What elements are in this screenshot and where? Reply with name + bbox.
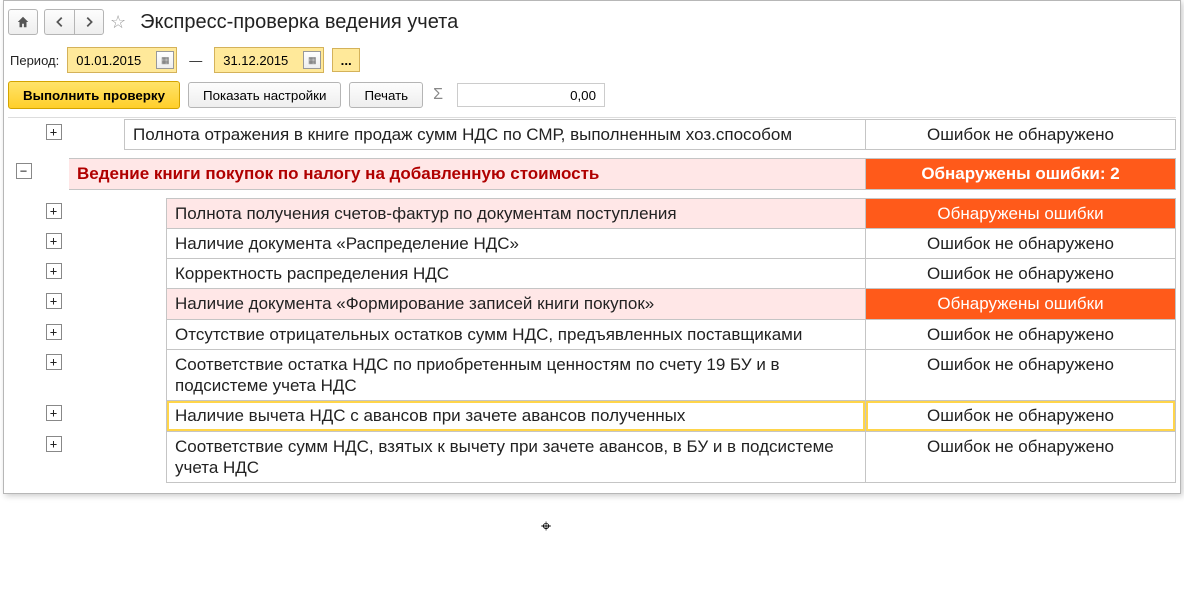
show-settings-button[interactable]: Показать настройки (188, 82, 341, 108)
group-status: Обнаружены ошибки: 2 (866, 159, 1176, 189)
calendar-icon[interactable]: ▦ (156, 51, 174, 69)
row-status: Обнаружены ошибки (866, 289, 1176, 319)
expand-toggle[interactable]: + (46, 405, 62, 421)
mouse-cursor-icon: ⌖ (541, 516, 551, 537)
home-button[interactable] (8, 9, 38, 35)
expand-toggle[interactable]: + (46, 293, 62, 309)
print-button[interactable]: Печать (349, 82, 423, 108)
expand-toggle[interactable]: + (46, 263, 62, 279)
expand-toggle[interactable]: + (46, 124, 62, 140)
date-to-box: ▦ (214, 47, 324, 73)
favorite-icon[interactable]: ☆ (110, 12, 126, 33)
row-status: Ошибок не обнаружено (866, 401, 1176, 431)
run-check-button[interactable]: Выполнить проверку (8, 81, 180, 109)
nav-buttons (44, 9, 104, 35)
calendar-icon[interactable]: ▦ (303, 51, 321, 69)
expand-toggle[interactable]: − (16, 163, 32, 179)
home-icon (16, 15, 30, 29)
group-title: Ведение книги покупок по налогу на добав… (69, 159, 866, 189)
row-status: Ошибок не обнаружено (866, 431, 1176, 483)
row-title: Отсутствие отрицательных остатков сумм Н… (167, 319, 866, 349)
expand-toggle[interactable]: + (46, 324, 62, 340)
row-title: Соответствие остатка НДС по приобретенны… (167, 349, 866, 401)
row-title: Наличие документа «Формирование записей … (167, 289, 866, 319)
back-button[interactable] (44, 9, 74, 35)
date-to-input[interactable] (221, 52, 303, 69)
date-from-box: ▦ (67, 47, 177, 73)
row-title: Полнота получения счетов-фактур по докум… (167, 198, 866, 228)
expand-toggle[interactable]: + (46, 354, 62, 370)
arrow-left-icon (53, 15, 67, 29)
row-title: Соответствие сумм НДС, взятых к вычету п… (167, 431, 866, 483)
row-title: Наличие документа «Распределение НДС» (167, 228, 866, 258)
report-area: + Полнота отражения в книге продаж сумм Н… (8, 117, 1176, 483)
date-dash: — (189, 53, 202, 68)
sum-input[interactable] (457, 83, 605, 107)
period-picker-button[interactable]: ... (332, 48, 360, 72)
row-status: Обнаружены ошибки (866, 198, 1176, 228)
row-title: Наличие вычета НДС с авансов при зачете … (167, 401, 866, 431)
expand-toggle[interactable]: + (46, 436, 62, 452)
page-title: Экспресс-проверка ведения учета (140, 11, 458, 34)
row-title: Полнота отражения в книге продаж сумм НД… (125, 120, 866, 150)
row-status: Ошибок не обнаружено (866, 120, 1176, 150)
row-status: Ошибок не обнаружено (866, 319, 1176, 349)
sigma-icon: Σ (433, 86, 443, 104)
arrow-right-icon (82, 15, 96, 29)
period-label: Период: (10, 53, 59, 68)
row-title: Корректность распределения НДС (167, 259, 866, 289)
date-from-input[interactable] (74, 52, 156, 69)
expand-toggle[interactable]: + (46, 233, 62, 249)
forward-button[interactable] (74, 9, 104, 35)
row-status: Ошибок не обнаружено (866, 259, 1176, 289)
row-status: Ошибок не обнаружено (866, 228, 1176, 258)
row-status: Ошибок не обнаружено (866, 349, 1176, 401)
expand-toggle[interactable]: + (46, 203, 62, 219)
